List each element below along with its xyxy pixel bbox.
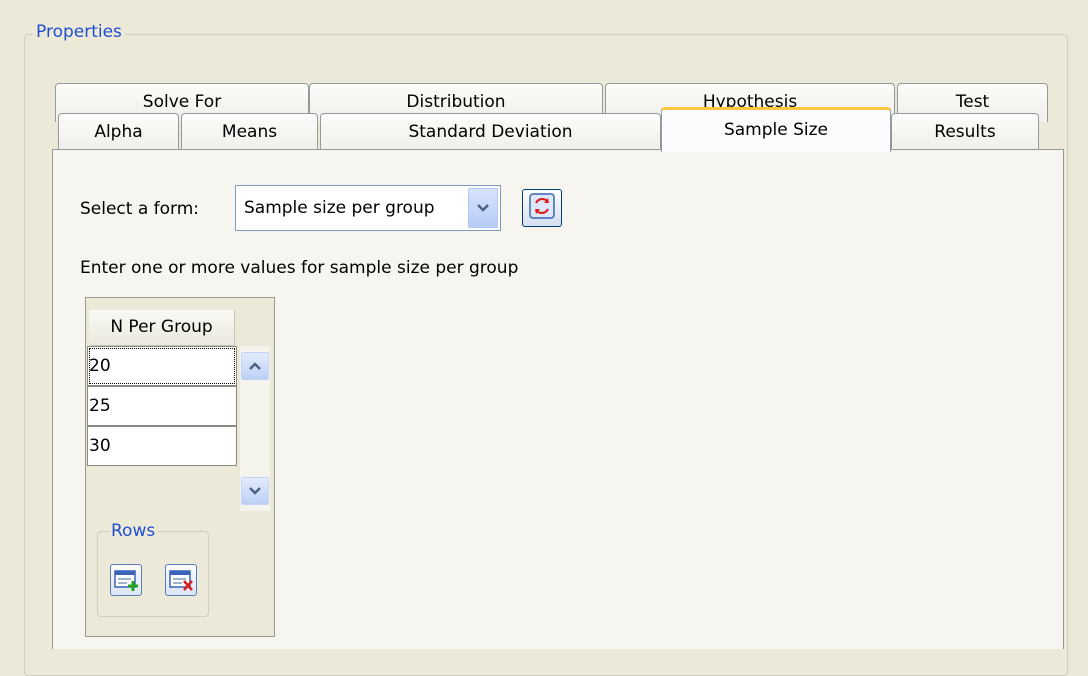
table-cell[interactable]: 25 [87, 386, 237, 426]
form-select-value: Sample size per group [244, 198, 435, 218]
properties-title: Properties [33, 22, 125, 42]
column-header-n-per-group[interactable]: N Per Group [89, 310, 235, 346]
add-row-button[interactable] [110, 564, 142, 596]
tab-standard-deviation[interactable]: Standard Deviation [320, 113, 661, 151]
scroll-down-icon[interactable] [241, 477, 269, 505]
table-cell[interactable]: 30 [87, 426, 237, 466]
table-scrollbar[interactable] [240, 346, 270, 511]
tab-results[interactable]: Results [891, 113, 1039, 151]
delete-row-button[interactable] [165, 564, 197, 596]
chevron-down-icon[interactable] [468, 188, 498, 228]
refresh-button[interactable] [522, 189, 562, 227]
table-cell[interactable]: 20 [87, 346, 237, 386]
add-row-icon [111, 570, 141, 600]
tab-means[interactable]: Means [181, 113, 318, 151]
rows-title: Rows [109, 521, 158, 541]
instructions-text: Enter one or more values for sample size… [80, 258, 519, 278]
tab-alpha[interactable]: Alpha [58, 113, 179, 151]
delete-row-icon [166, 570, 196, 600]
scroll-up-icon[interactable] [241, 352, 269, 380]
tab-sample-size[interactable]: Sample Size [661, 107, 891, 152]
select-form-label: Select a form: [80, 199, 200, 219]
form-select[interactable]: Sample size per group [235, 185, 501, 231]
refresh-icon [528, 192, 556, 225]
